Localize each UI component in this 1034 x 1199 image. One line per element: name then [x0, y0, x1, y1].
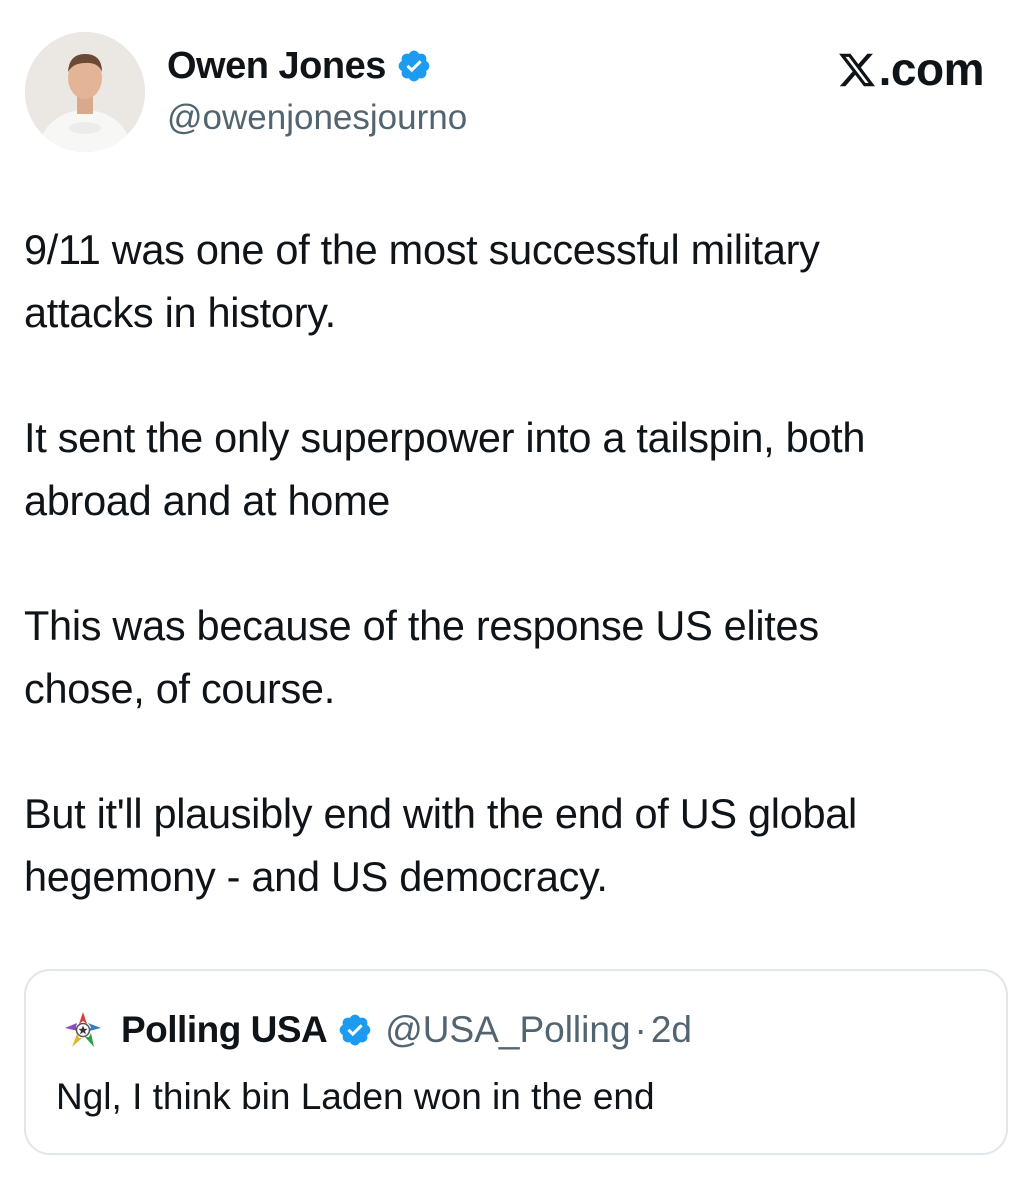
tweet-paragraph: It sent the only superpower into a tails…	[24, 414, 866, 524]
quoted-timestamp[interactable]: 2d	[651, 1007, 692, 1053]
author-name[interactable]: Owen Jones	[167, 42, 432, 90]
quoted-author-handle[interactable]: @USA_Polling	[385, 1007, 630, 1053]
tweet-text: 9/11 was one of the most successful mili…	[24, 218, 1014, 908]
author-handle[interactable]: @owenjonesjourno	[167, 96, 467, 140]
author-name-text: Owen Jones	[167, 45, 386, 87]
quoted-author-name[interactable]: Polling USA	[121, 1007, 328, 1053]
author-avatar[interactable]	[25, 32, 145, 152]
source-brand-text: .com	[878, 43, 985, 95]
avatar-photo	[25, 32, 145, 152]
separator-dot: ·	[634, 1009, 647, 1050]
tweet-paragraph: This was because of the response US elit…	[24, 602, 819, 712]
quoted-tweet-text: Ngl, I think bin Laden won in the end	[56, 1076, 655, 1117]
source-brand: .com	[837, 42, 985, 96]
polling-usa-logo-icon[interactable]	[63, 1010, 103, 1050]
verified-badge-icon	[398, 50, 430, 82]
x-logo-icon	[838, 53, 875, 87]
tweet-paragraph: 9/11 was one of the most successful mili…	[24, 226, 820, 336]
quoted-tweet-header: Polling USA @USA_Polling · 2d	[63, 1007, 692, 1053]
quoted-tweet-card[interactable]: Polling USA @USA_Polling · 2d Ngl, I thi…	[24, 969, 1008, 1155]
tweet-header: Owen Jones @owenjonesjourno .com	[0, 0, 1034, 170]
verified-badge-icon	[339, 1014, 371, 1046]
tweet-paragraph: But it'll plausibly end with the end of …	[24, 790, 857, 900]
